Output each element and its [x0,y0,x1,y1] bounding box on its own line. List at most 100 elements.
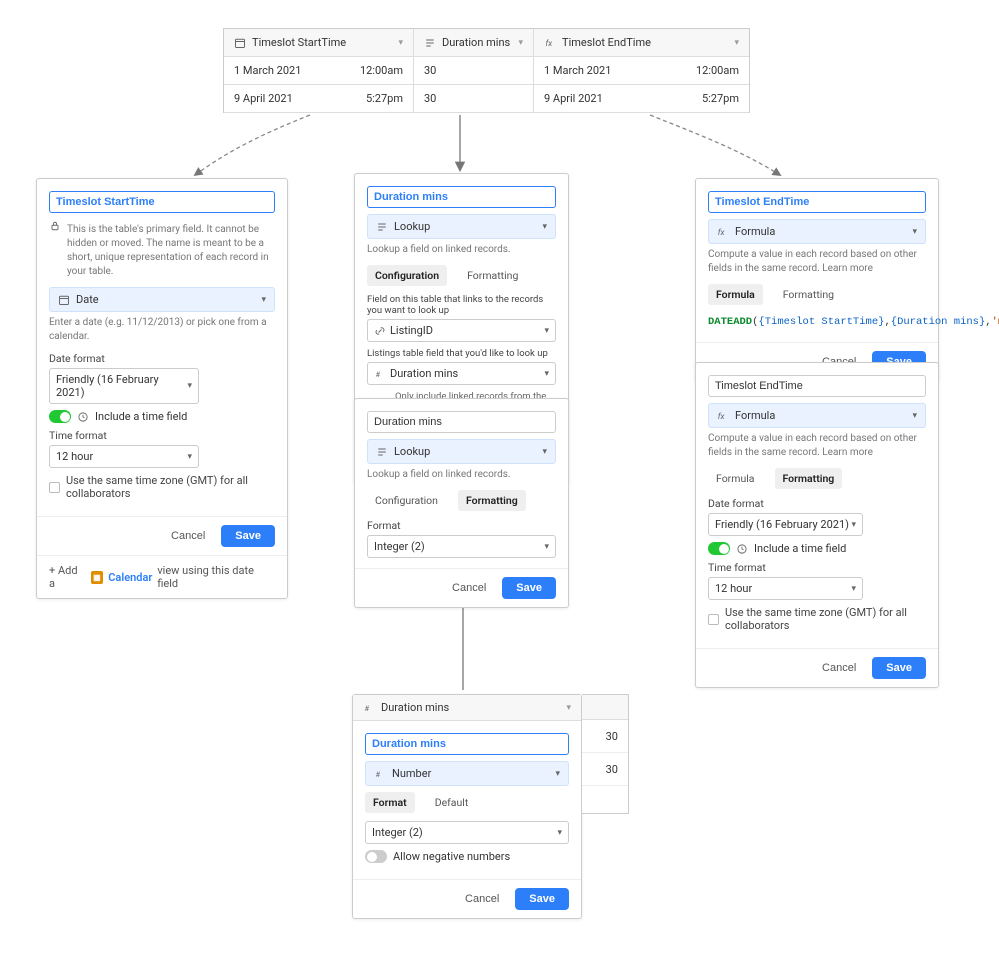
add-calendar-view[interactable]: + Add a ▦ Calendar view using this date … [37,555,287,598]
calendar-icon [234,37,246,49]
tab-default[interactable]: Default [427,792,477,813]
tab-formula[interactable]: Formula [708,284,763,305]
svg-text:#: # [376,770,381,779]
formula-icon: fx [717,226,729,238]
save-button[interactable]: Save [502,577,556,599]
cancel-button[interactable]: Cancel [165,529,211,543]
field-type-select[interactable]: # Number ▾ [365,761,569,786]
include-time-label: Include a time field [754,542,846,555]
save-button[interactable]: Save [515,888,569,910]
number-icon: # [374,368,386,380]
lock-icon [49,220,61,232]
date-format-label: Date format [708,497,926,510]
cancel-button[interactable]: Cancel [816,661,862,675]
cell[interactable]: 30 [414,57,534,84]
starttime-config-panel: This is the table's primary field. It ca… [36,178,288,599]
svg-text:#: # [365,704,370,713]
save-button[interactable]: Save [872,657,926,679]
field-name-input[interactable] [708,375,926,397]
same-tz-checkbox[interactable] [49,482,60,493]
formula-compute-hint: Compute a value in each record based on … [708,248,926,276]
include-time-label: Include a time field [95,410,187,423]
chevron-down-icon: ▾ [542,222,547,232]
chevron-down-icon: ▾ [261,295,266,305]
same-tz-checkbox[interactable] [708,614,719,625]
formula-compute-hint: Compute a value in each record based on … [708,432,926,460]
include-time-toggle[interactable] [708,542,730,555]
col-header-label: Timeslot EndTime [562,36,651,49]
format-label: Format [367,519,556,532]
lookup-field-label: Listings table field that you'd like to … [367,348,556,359]
cell[interactable]: 9 April 20215:27pm [224,85,414,112]
field-type-select[interactable]: Date ▾ [49,287,275,312]
tab-formatting[interactable]: Formatting [775,468,843,489]
formula-icon: fx [717,410,729,422]
cell[interactable]: 1 March 202112:00am [534,57,749,84]
duration-formatting-panel: Lookup ▾ Lookup a field on linked record… [354,398,569,608]
cell[interactable]: 9 April 20215:27pm [534,85,749,112]
date-format-select[interactable]: Friendly (16 February 2021)▾ [708,513,863,536]
time-format-select[interactable]: 12 hour▾ [708,577,863,600]
tab-format[interactable]: Format [365,792,415,813]
clock-icon [77,411,89,423]
chevron-down-icon: ▾ [398,38,403,48]
clock-icon [736,543,748,555]
number-icon: # [374,768,386,780]
svg-text:fx: fx [718,228,726,238]
tab-configuration[interactable]: Configuration [367,490,446,511]
chevron-down-icon: ▾ [912,411,917,421]
same-tz-label: Use the same time zone (GMT) for all col… [66,474,275,500]
format-select[interactable]: Integer (2)▾ [367,535,556,558]
save-button[interactable]: Save [221,525,275,547]
side-value-empty[interactable] [582,786,628,819]
cancel-button[interactable]: Cancel [446,581,492,595]
format-select[interactable]: Integer (2)▾ [365,821,569,844]
field-type-select[interactable]: Lookup ▾ [367,439,556,464]
lookup-field-select[interactable]: # Duration mins▾ [367,362,556,385]
endtime-formula-panel: fx Formula ▾ Compute a value in each rec… [695,178,939,382]
tab-formatting[interactable]: Formatting [458,490,526,511]
cell[interactable]: 30 [414,85,534,112]
field-name-input[interactable] [367,411,556,433]
lookup-hint: Lookup a field on linked records. [367,243,556,257]
side-value[interactable]: 30 [582,720,628,753]
cell[interactable]: 1 March 202112:00am [224,57,414,84]
same-tz-label: Use the same time zone (GMT) for all col… [725,606,926,632]
field-type-select[interactable]: Lookup ▾ [367,214,556,239]
col-header-label: Timeslot StartTime [252,36,346,49]
primary-field-hint: This is the table's primary field. It ca… [67,223,275,279]
date-format-select[interactable]: Friendly (16 February 2021)▾ [49,368,199,404]
tab-formatting[interactable]: Formatting [459,265,526,286]
endtime-formatting-panel: fx Formula ▾ Compute a value in each rec… [695,362,939,688]
field-type-select[interactable]: fx Formula ▾ [708,219,926,244]
side-header-blank [582,695,628,720]
field-name-input[interactable] [365,733,569,755]
field-name-input[interactable] [708,191,926,213]
number-column-header[interactable]: # Duration mins ▾ [353,695,581,721]
include-time-toggle[interactable] [49,410,71,423]
formula-editor[interactable]: DATEADD({Timeslot StartTime},{Duration m… [708,313,926,332]
col-header-endtime[interactable]: fx Timeslot EndTime ▾ [534,29,749,56]
tab-formula[interactable]: Formula [708,468,763,489]
field-name-input[interactable] [49,191,275,213]
col-header-starttime[interactable]: Timeslot StartTime ▾ [224,29,414,56]
date-format-label: Date format [49,352,275,365]
field-type-select[interactable]: fx Formula ▾ [708,403,926,428]
field-name-input[interactable] [367,186,556,208]
side-value[interactable]: 30 [582,753,628,786]
lookup-icon [424,37,436,49]
tab-formatting[interactable]: Formatting [775,284,842,305]
time-format-select[interactable]: 12 hour▾ [49,445,199,468]
calendar-icon [58,294,70,306]
allow-negative-toggle[interactable] [365,850,387,863]
lookup-hint: Lookup a field on linked records. [367,468,556,482]
link-field-select[interactable]: ListingID▾ [367,319,556,342]
chevron-down-icon: ▾ [566,703,571,713]
cancel-button[interactable]: Cancel [459,892,505,906]
number-icon: # [363,702,375,714]
chevron-down-icon: ▾ [555,769,560,779]
chevron-down-icon: ▾ [734,38,739,48]
col-header-duration[interactable]: Duration mins ▾ [414,29,534,56]
tab-configuration[interactable]: Configuration [367,265,447,286]
date-enter-hint: Enter a date (e.g. 11/12/2013) or pick o… [49,316,275,344]
